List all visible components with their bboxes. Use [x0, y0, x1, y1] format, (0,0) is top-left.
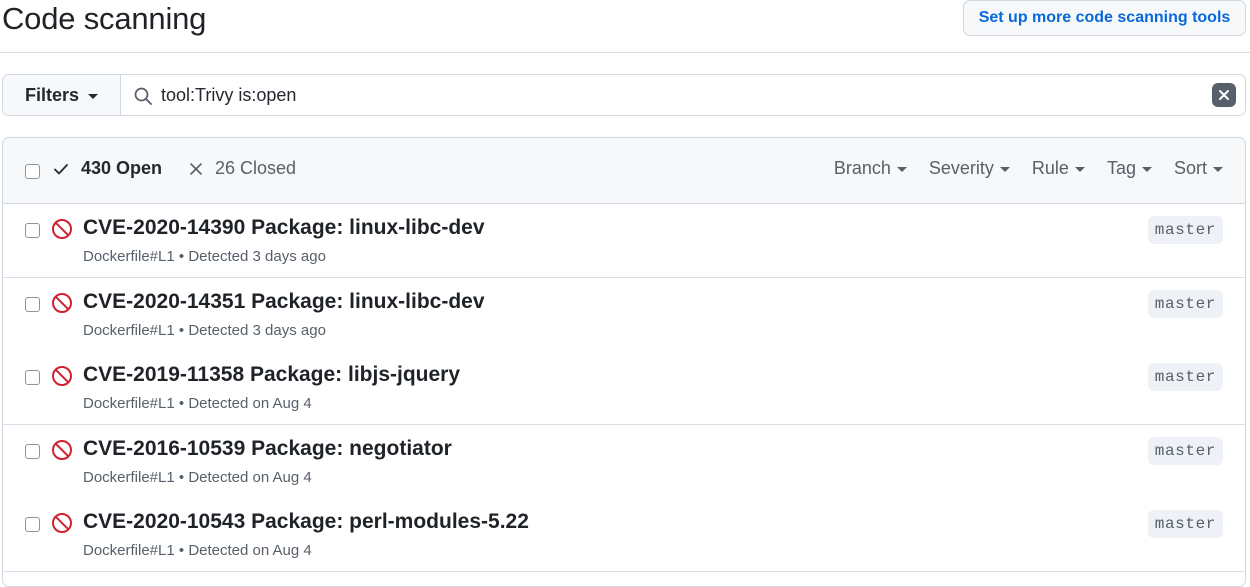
caret-down-icon — [1141, 167, 1152, 172]
meta-separator: • — [178, 395, 185, 412]
clear-icon[interactable] — [1212, 83, 1236, 107]
alert-location-link[interactable]: Dockerfile#L1 — [83, 469, 175, 486]
alert-row: CVE-2020-14390 Package: linux-libc-dev D… — [3, 204, 1245, 278]
blocked-icon — [52, 219, 72, 239]
alert-row: CVE-2020-10543 Package: perl-modules-5.2… — [3, 498, 1245, 572]
x-icon — [190, 162, 202, 175]
alert-meta: Dockerfile#L1 • Detected 3 days ago — [83, 322, 326, 339]
caret-down-icon — [1213, 167, 1223, 172]
rule-filter-label: Rule — [1031, 158, 1069, 178]
filters-label: Filters — [25, 84, 80, 105]
blocked-icon — [52, 366, 72, 386]
branch-badge: master — [1147, 363, 1223, 391]
search-area — [121, 75, 1245, 115]
alert-checkbox[interactable] — [25, 223, 40, 238]
branch-badge: master — [1147, 510, 1223, 538]
alerts-list-header: 430 Open 26 Closed Branch Severity Rule — [3, 138, 1245, 204]
filter-menus: Branch Severity Rule Tag Sort — [812, 158, 1223, 179]
alert-meta: Dockerfile#L1 • Detected on Aug 4 — [83, 542, 312, 559]
alert-title-link[interactable]: CVE-2016-10539 Package: negotiator — [83, 437, 452, 461]
tag-filter-label: Tag — [1106, 158, 1136, 178]
open-alerts-tab[interactable]: 430 Open — [53, 158, 162, 179]
select-all-checkbox[interactable] — [25, 164, 40, 179]
setup-code-scanning-button[interactable]: Set up more code scanning tools — [963, 0, 1246, 36]
alert-title-link[interactable]: CVE-2020-14351 Package: linux-libc-dev — [83, 290, 485, 314]
alert-row: CVE-2019-11358 Package: libjs-jquery Doc… — [3, 351, 1245, 425]
branch-filter-label: Branch — [833, 158, 891, 178]
alert-checkbox[interactable] — [25, 297, 40, 312]
blocked-icon — [52, 513, 72, 533]
caret-down-icon — [896, 167, 907, 172]
branch-filter-menu[interactable]: Branch — [834, 158, 907, 179]
alert-row: CVE-2016-10539 Package: negotiator Docke… — [3, 425, 1245, 499]
blocked-icon — [52, 440, 72, 460]
meta-separator: • — [178, 469, 185, 486]
page-header: Code scanning Set up more code scanning … — [0, 0, 1250, 53]
alert-location-link[interactable]: Dockerfile#L1 — [83, 248, 175, 265]
open-count-label: 430 Open — [81, 158, 163, 178]
alert-detected-time: Detected on Aug 4 — [188, 542, 312, 559]
search-icon — [134, 87, 152, 105]
branch-badge: master — [1147, 437, 1223, 465]
alert-title-link[interactable]: CVE-2020-10543 Package: perl-modules-5.2… — [83, 510, 529, 534]
severity-filter-menu[interactable]: Severity — [929, 158, 1010, 179]
alert-detected-time: Detected 3 days ago — [188, 322, 326, 339]
alert-checkbox[interactable] — [25, 370, 40, 385]
search-input[interactable] — [161, 80, 1201, 110]
rule-filter-menu[interactable]: Rule — [1032, 158, 1085, 179]
closed-alerts-tab[interactable]: 26 Closed — [189, 158, 296, 179]
alert-row: CVE-2020-14351 Package: linux-libc-dev D… — [3, 278, 1245, 352]
alert-checkbox[interactable] — [25, 444, 40, 459]
filters-dropdown-button[interactable]: Filters — [3, 75, 121, 115]
sort-menu[interactable]: Sort — [1174, 158, 1223, 179]
meta-separator: • — [178, 542, 185, 559]
alerts-list: 430 Open 26 Closed Branch Severity Rule — [2, 137, 1246, 587]
alert-meta: Dockerfile#L1 • Detected on Aug 4 — [83, 395, 312, 412]
alert-detected-time: Detected 3 days ago — [188, 248, 326, 265]
alert-location-link[interactable]: Dockerfile#L1 — [83, 542, 175, 559]
caret-down-icon — [1074, 167, 1085, 172]
filter-bar: Filters — [2, 74, 1246, 116]
closed-count-label: 26 Closed — [215, 158, 297, 178]
alert-detected-time: Detected on Aug 4 — [188, 395, 312, 412]
alert-meta: Dockerfile#L1 • Detected on Aug 4 — [83, 469, 312, 486]
severity-filter-label: Severity — [928, 158, 994, 178]
alert-location-link[interactable]: Dockerfile#L1 — [83, 395, 175, 412]
alert-checkbox[interactable] — [25, 517, 40, 532]
branch-badge: master — [1147, 216, 1223, 244]
blocked-icon — [52, 293, 72, 313]
check-icon — [54, 163, 68, 174]
alert-location-link[interactable]: Dockerfile#L1 — [83, 322, 175, 339]
page-title: Code scanning — [2, 1, 207, 36]
branch-badge: master — [1147, 290, 1223, 318]
meta-separator: • — [178, 322, 185, 339]
alert-meta: Dockerfile#L1 • Detected 3 days ago — [83, 248, 326, 265]
alert-title-link[interactable]: CVE-2020-14390 Package: linux-libc-dev — [83, 216, 485, 240]
sort-label: Sort — [1173, 158, 1207, 178]
alert-title-link[interactable]: CVE-2019-11358 Package: libjs-jquery — [83, 363, 460, 387]
caret-down-icon — [999, 167, 1010, 172]
tag-filter-menu[interactable]: Tag — [1107, 158, 1152, 179]
caret-down-icon — [88, 93, 99, 99]
meta-separator: • — [178, 248, 185, 265]
alert-detected-time: Detected on Aug 4 — [188, 469, 312, 486]
